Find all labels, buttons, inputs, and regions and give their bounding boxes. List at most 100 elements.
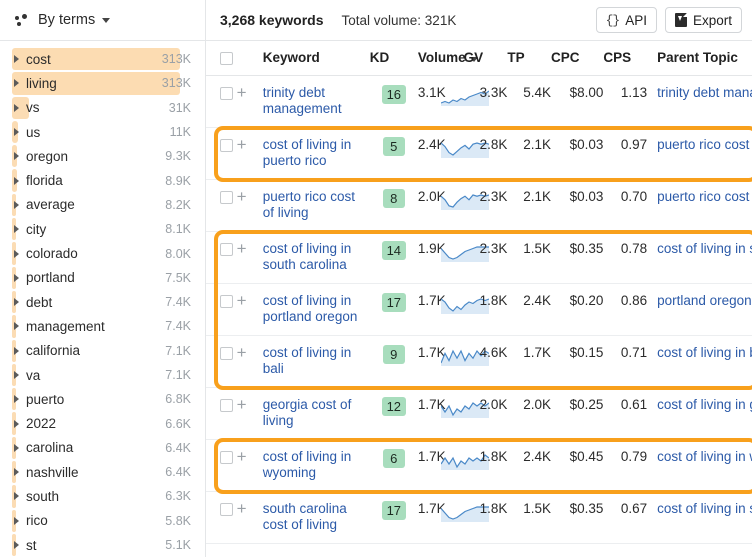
chevron-right-icon[interactable] bbox=[14, 346, 19, 355]
plus-icon[interactable]: + bbox=[237, 292, 263, 309]
sidebar-item-living[interactable]: living 313K bbox=[0, 71, 205, 95]
chevron-right-icon[interactable] bbox=[14, 103, 19, 112]
row-select-cell[interactable] bbox=[206, 283, 237, 336]
chevron-right-icon[interactable] bbox=[14, 152, 19, 161]
plus-icon[interactable]: + bbox=[237, 344, 263, 361]
row-add-cell[interactable]: + bbox=[236, 491, 263, 544]
parent-topic-link[interactable]: puerto rico cost of living bbox=[657, 189, 752, 205]
keyword-link[interactable]: cost of living in wyoming bbox=[263, 449, 370, 481]
keyword-link[interactable]: trinity debt management bbox=[263, 85, 370, 117]
sidebar-item-management[interactable]: management 7.4K bbox=[0, 314, 205, 338]
row-select-cell[interactable] bbox=[206, 127, 237, 180]
plus-icon[interactable]: + bbox=[237, 84, 263, 101]
row-checkbox[interactable] bbox=[220, 243, 233, 256]
row-checkbox[interactable] bbox=[220, 347, 233, 360]
keyword-link[interactable]: cost of living in puerto rico bbox=[263, 137, 370, 169]
column-header-tp[interactable]: TP bbox=[507, 41, 552, 76]
chevron-right-icon[interactable] bbox=[14, 322, 19, 331]
chevron-right-icon[interactable] bbox=[14, 273, 19, 282]
select-all-checkbox[interactable] bbox=[220, 52, 233, 65]
row-select-cell[interactable] bbox=[206, 387, 237, 440]
parent-topic-link[interactable]: portland oregon cost of living bbox=[657, 293, 752, 309]
row-select-cell[interactable] bbox=[206, 491, 237, 544]
plus-icon[interactable]: + bbox=[237, 396, 263, 413]
sidebar-item-vs[interactable]: vs 31K bbox=[0, 96, 205, 120]
chevron-right-icon[interactable] bbox=[14, 176, 19, 185]
table-row[interactable]: + cost of living in puerto rico 5 2.4K 2.8K 2… bbox=[206, 127, 752, 180]
table-row[interactable]: + south carolina cost of living 17 1.7K 1.8K… bbox=[206, 491, 752, 544]
column-header-cps[interactable]: CPS bbox=[603, 41, 648, 76]
sidebar-item-nashville[interactable]: nashville 6.4K bbox=[0, 460, 205, 484]
plus-icon[interactable]: + bbox=[237, 500, 263, 517]
chevron-right-icon[interactable] bbox=[14, 371, 19, 379]
row-select-cell[interactable] bbox=[206, 439, 237, 492]
plus-icon[interactable]: + bbox=[237, 240, 263, 257]
row-add-cell[interactable]: + bbox=[236, 283, 263, 336]
keyword-link[interactable]: cost of living in bali bbox=[263, 345, 370, 377]
row-add-cell[interactable]: + bbox=[236, 335, 263, 388]
sidebar-item-2022[interactable]: 2022 6.6K bbox=[0, 411, 205, 435]
parent-topic-link[interactable]: cost of living in south carolina bbox=[657, 241, 752, 257]
sidebar-item-debt[interactable]: debt 7.4K bbox=[0, 290, 205, 314]
keyword-link[interactable]: cost of living in portland oregon bbox=[263, 293, 370, 325]
row-add-cell[interactable]: + bbox=[236, 75, 263, 128]
column-header-gv[interactable]: GV bbox=[463, 41, 508, 76]
column-header-keyword[interactable]: Keyword bbox=[262, 41, 370, 76]
row-checkbox[interactable] bbox=[220, 451, 233, 464]
row-select-cell[interactable] bbox=[206, 231, 237, 284]
plus-icon[interactable]: + bbox=[237, 188, 263, 205]
plus-icon[interactable]: + bbox=[237, 448, 263, 465]
row-add-cell[interactable]: + bbox=[236, 179, 263, 232]
sidebar-item-colorado[interactable]: colorado 8.0K bbox=[0, 241, 205, 265]
table-row[interactable]: + georgia cost of living 12 1.7K 2.0K 2.0K $0.… bbox=[206, 387, 752, 440]
chevron-right-icon[interactable] bbox=[14, 225, 19, 234]
sidebar-item-portland[interactable]: portland 7.5K bbox=[0, 266, 205, 290]
chevron-right-icon[interactable] bbox=[14, 492, 19, 501]
column-header-volume[interactable]: Volume bbox=[417, 41, 478, 76]
row-checkbox[interactable] bbox=[220, 87, 233, 100]
column-header-cpc[interactable]: CPC bbox=[551, 41, 604, 76]
keyword-link[interactable]: georgia cost of living bbox=[263, 397, 370, 429]
row-add-cell[interactable]: + bbox=[236, 439, 263, 492]
chevron-right-icon[interactable] bbox=[14, 79, 19, 88]
plus-icon[interactable]: + bbox=[237, 136, 263, 153]
row-checkbox[interactable] bbox=[220, 191, 233, 204]
sidebar-item-carolina[interactable]: carolina 6.4K bbox=[0, 436, 205, 460]
row-add-cell[interactable]: + bbox=[236, 231, 263, 284]
sidebar-item-rico[interactable]: rico 5.8K bbox=[0, 509, 205, 533]
row-checkbox[interactable] bbox=[220, 139, 233, 152]
parent-topic-link[interactable]: trinity debt management bbox=[657, 85, 752, 101]
sidebar-item-oregon[interactable]: oregon 9.3K bbox=[0, 144, 205, 168]
sidebar-item-south[interactable]: south 6.3K bbox=[0, 484, 205, 508]
api-button[interactable]: {} API bbox=[595, 7, 657, 33]
row-add-cell[interactable]: + bbox=[236, 387, 263, 440]
keyword-link[interactable]: puerto rico cost of living bbox=[263, 189, 370, 221]
table-row[interactable]: + cost of living in south carolina 14 1.9K 2… bbox=[206, 231, 752, 284]
parent-topic-link[interactable]: cost of living in georgia bbox=[657, 397, 752, 413]
select-all-header[interactable] bbox=[206, 41, 237, 76]
chevron-right-icon[interactable] bbox=[14, 516, 19, 525]
row-checkbox[interactable] bbox=[220, 295, 233, 308]
table-row[interactable]: + cost of living in bali 9 1.7K 4.6K 1.7K $0.1… bbox=[206, 335, 752, 388]
sidebar-item-va[interactable]: va 7.1K bbox=[0, 363, 205, 387]
chevron-right-icon[interactable] bbox=[14, 298, 19, 307]
row-select-cell[interactable] bbox=[206, 75, 237, 128]
chevron-right-icon[interactable] bbox=[14, 55, 19, 64]
export-button[interactable]: Export bbox=[664, 7, 742, 33]
parent-topic-link[interactable]: cost of living in south carolina bbox=[657, 501, 752, 517]
table-row[interactable]: + trinity debt management 16 3.1K 3.3K 5.4K $8… bbox=[206, 75, 752, 128]
chevron-right-icon[interactable] bbox=[14, 419, 19, 428]
sidebar-header[interactable]: By terms bbox=[0, 0, 205, 41]
chevron-right-icon[interactable] bbox=[14, 468, 19, 477]
parent-topic-link[interactable]: puerto rico cost of living bbox=[657, 137, 752, 153]
row-checkbox[interactable] bbox=[220, 399, 233, 412]
column-header-parent-topic[interactable]: Parent Topic bbox=[647, 41, 752, 76]
sidebar-item-florida[interactable]: florida 8.9K bbox=[0, 168, 205, 192]
chevron-right-icon[interactable] bbox=[14, 200, 19, 209]
chevron-right-icon[interactable] bbox=[14, 443, 19, 452]
row-checkbox[interactable] bbox=[220, 503, 233, 516]
parent-topic-link[interactable]: cost of living in bali bbox=[657, 345, 752, 361]
sidebar-item-st[interactable]: st 5.1K bbox=[0, 533, 205, 557]
chevron-right-icon[interactable] bbox=[14, 128, 19, 137]
sidebar-item-city[interactable]: city 8.1K bbox=[0, 217, 205, 241]
